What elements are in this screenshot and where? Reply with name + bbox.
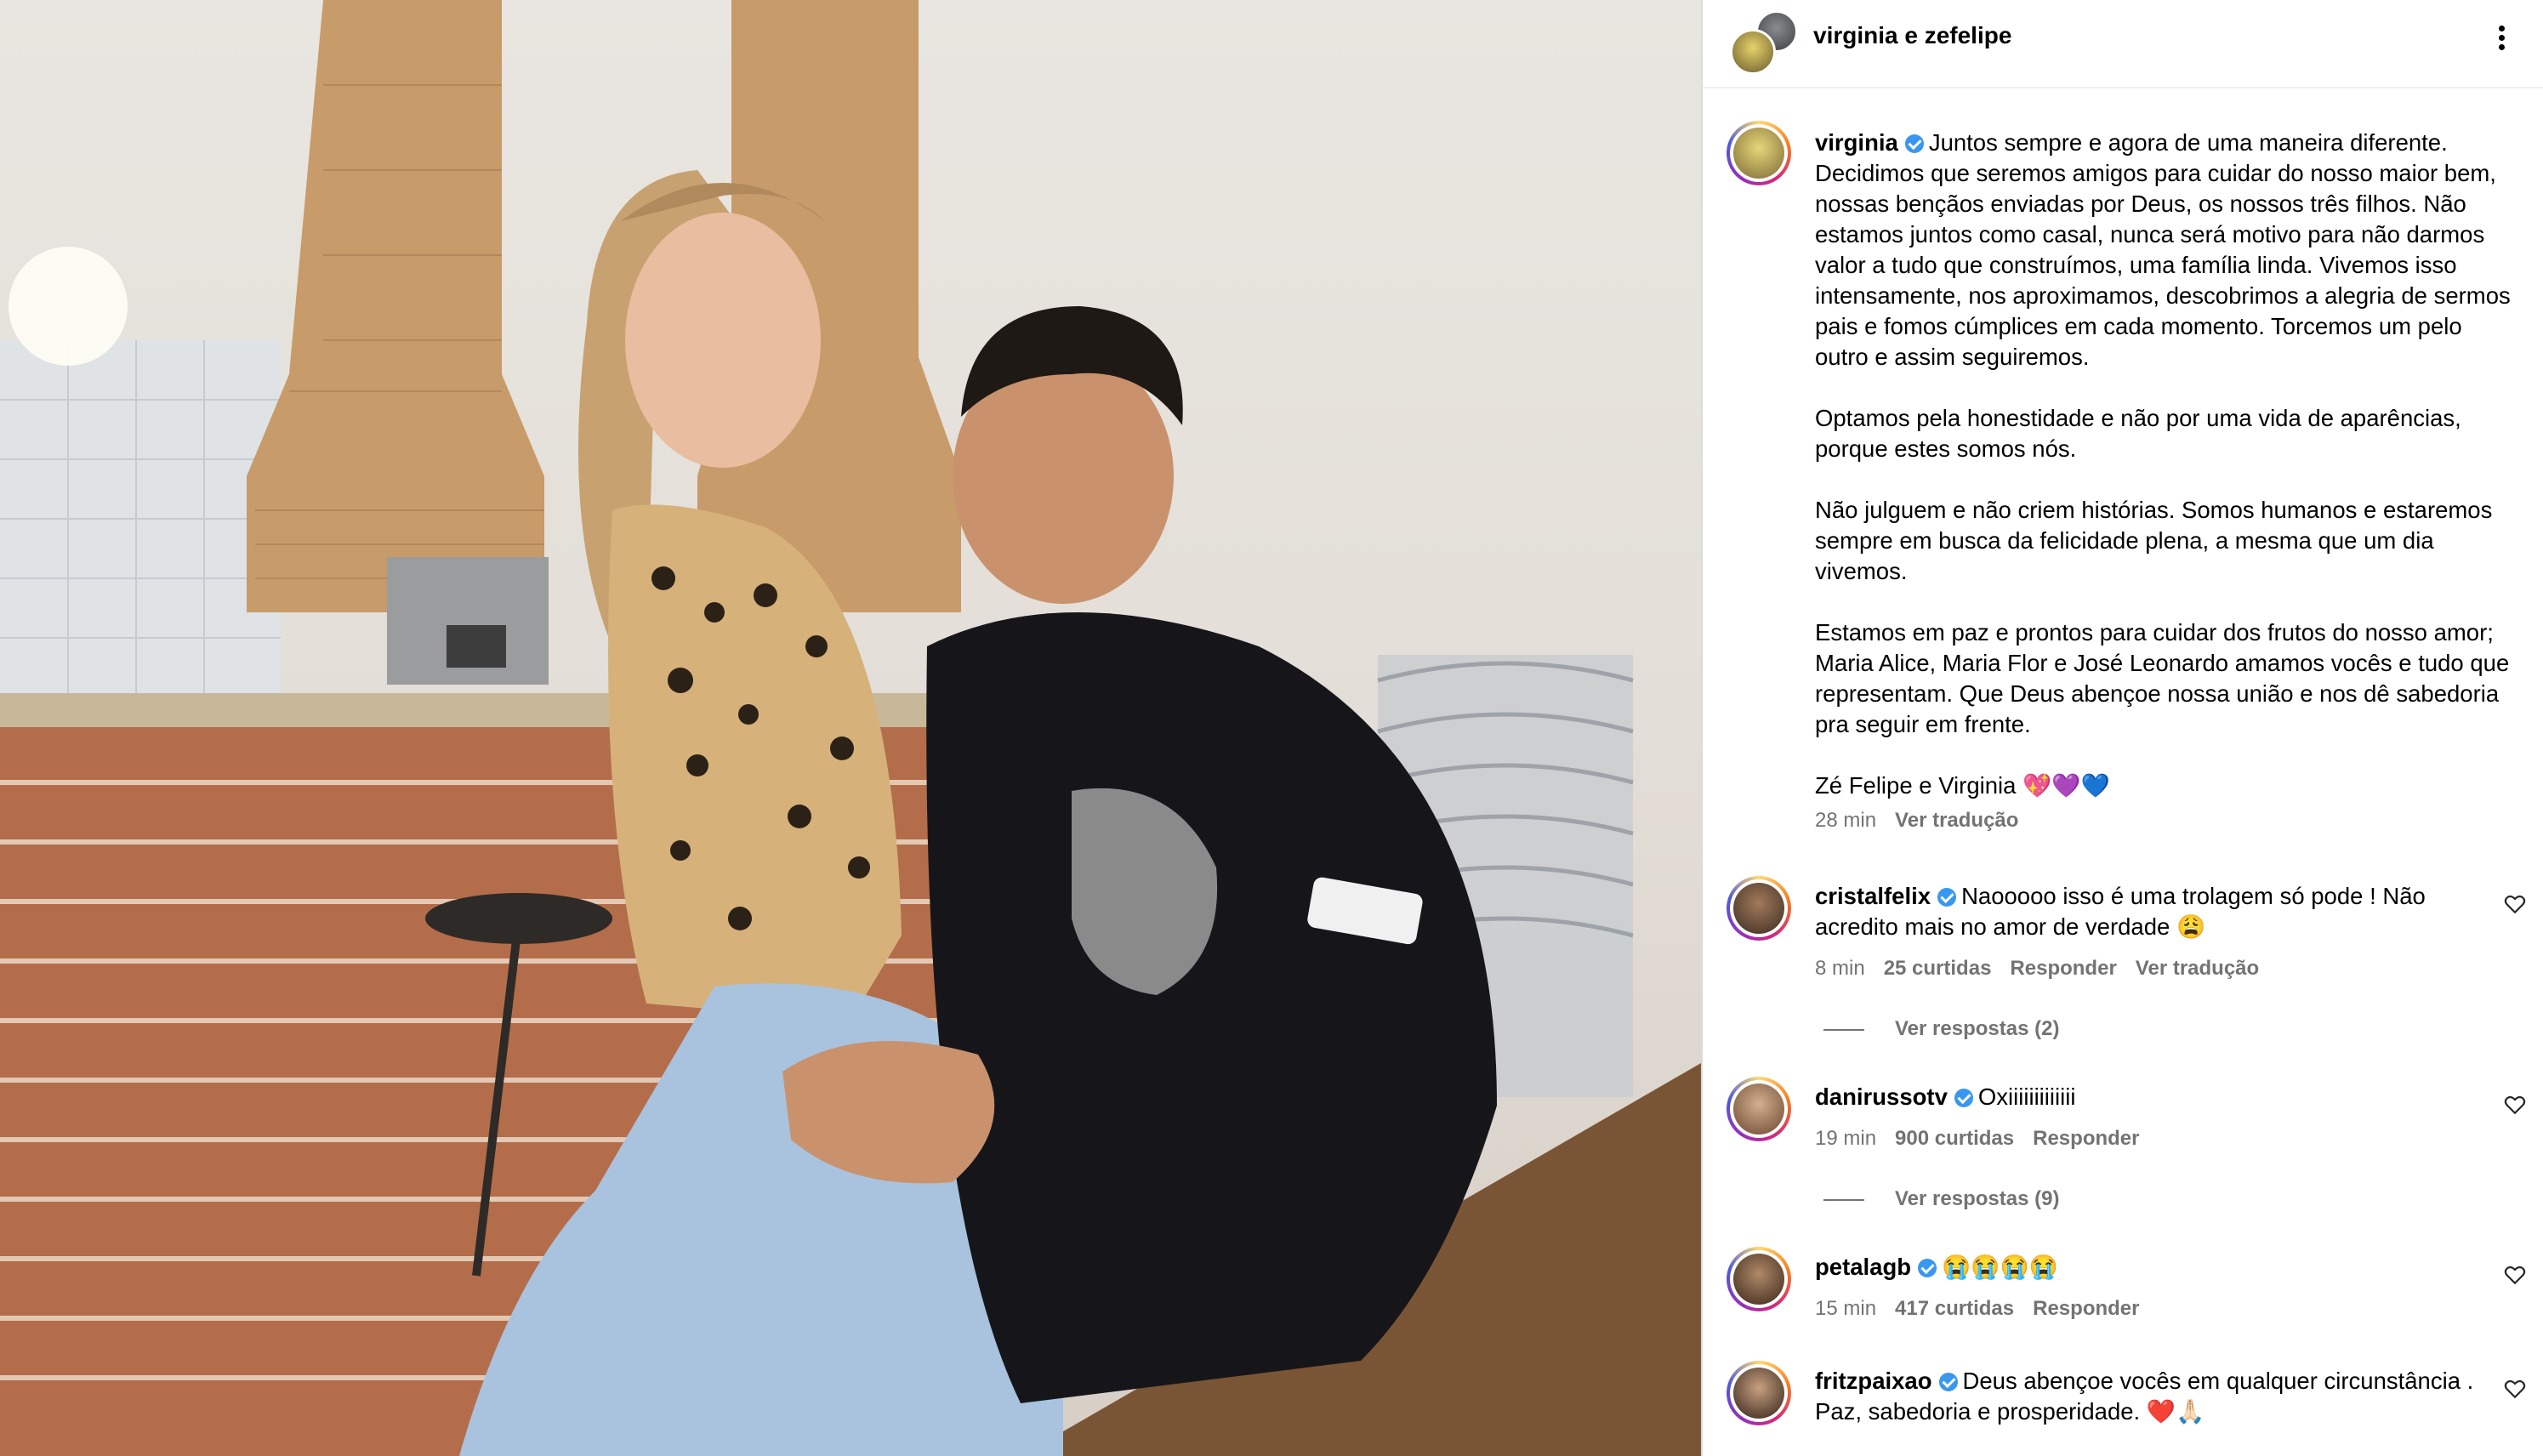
caption-text: Estamos em paz e prontos para cuidar dos… (1815, 619, 2510, 737)
comment-username[interactable]: fritzpaixao (1815, 1368, 1932, 1394)
heart-outline-icon[interactable] (2504, 1378, 2526, 1400)
view-replies-label[interactable]: Ver respostas (9) (1895, 1187, 2059, 1210)
heart-outline-icon[interactable] (2504, 1264, 2526, 1286)
comment-body: danirussotv Oxiiiiiiiiiiiii (1815, 1082, 2487, 1112)
comment-avatar[interactable] (1727, 1361, 1791, 1425)
post-header: virginia e zefelipe (1703, 0, 2543, 88)
comment-avatar[interactable] (1727, 876, 1791, 941)
post-caption: virginia Juntos sempre e agora de uma man… (1815, 128, 2521, 833)
reply-button[interactable]: Responder (2010, 957, 2116, 980)
comment-avatar[interactable] (1727, 1247, 1791, 1311)
comment-time[interactable]: 15 min (1815, 1297, 1876, 1320)
caption-time[interactable]: 28 min (1815, 809, 1876, 832)
comment-username[interactable]: danirussotv (1815, 1083, 1948, 1110)
heart-outline-icon[interactable] (2504, 1094, 2526, 1116)
comment-likes[interactable]: 900 curtidas (1895, 1127, 2014, 1150)
post-author-names[interactable]: virginia e zefelipe (1813, 22, 2011, 49)
caption-avatar[interactable] (1727, 121, 1791, 185)
caption-text: Juntos sempre e agora de uma maneira dif… (1815, 129, 2511, 370)
caption-text: Não julguem e não criem histórias. Somos… (1815, 497, 2493, 584)
comment-body: cristalfelix Naooooo isso é uma trolagem … (1815, 881, 2487, 942)
caption-text: Optamos pela honestidade e não por uma v… (1815, 405, 2461, 462)
caption-username[interactable]: virginia (1815, 129, 1898, 156)
verified-badge-icon (1904, 134, 1924, 153)
comment-likes[interactable]: 417 curtidas (1895, 1297, 2014, 1320)
post-detail-panel: virginia e zefelipe virginia Juntos sempr… (1701, 0, 2543, 1456)
comment-time[interactable]: 19 min (1815, 1127, 1876, 1150)
caption-text: Zé Felipe e Virginia 💖💜💙 (1815, 772, 2110, 799)
comment-meta: 19 min 900 curtidas Responder (1815, 1126, 2139, 1152)
collab-avatars[interactable] (1730, 10, 1798, 75)
comment-time[interactable]: 8 min (1815, 957, 1865, 980)
reply-button[interactable]: Responder (2033, 1127, 2139, 1150)
comment-text: 😭😭😭😭 (1942, 1254, 2059, 1280)
verified-badge-icon (1937, 888, 1957, 907)
comment-meta: 15 min 417 curtidas Responder (1815, 1296, 2139, 1322)
view-replies-button[interactable]: Ver respostas (9) (1823, 1187, 2059, 1211)
verified-badge-icon (1938, 1373, 1958, 1391)
heart-outline-icon[interactable] (2504, 893, 2526, 915)
reply-button[interactable]: Responder (2033, 1297, 2139, 1320)
comment-username[interactable]: petalagb (1815, 1254, 1911, 1280)
view-replies-label[interactable]: Ver respostas (2) (1895, 1017, 2059, 1040)
caption-meta: 28 min Ver tradução (1815, 808, 2521, 833)
see-translation-button[interactable]: Ver tradução (2136, 957, 2259, 980)
comment-likes[interactable]: 25 curtidas (1884, 957, 1992, 980)
view-replies-button[interactable]: Ver respostas (2) (1823, 1017, 2059, 1041)
verified-badge-icon (1954, 1089, 1973, 1107)
post-photo[interactable] (0, 0, 1701, 1456)
comment-body: fritzpaixao Deus abençoe vocês em qualque… (1815, 1366, 2487, 1427)
see-translation-button[interactable]: Ver tradução (1895, 809, 2018, 832)
comment-avatar[interactable] (1727, 1077, 1791, 1141)
post-photo-illustration (0, 0, 1701, 1456)
verified-badge-icon (1918, 1259, 1937, 1277)
comment-meta: 8 min 25 curtidas Responder Ver tradução (1815, 956, 2259, 981)
avatar[interactable] (1730, 29, 1776, 75)
comment-text: Oxiiiiiiiiiiiii (1977, 1083, 2076, 1110)
more-horizontal-icon[interactable] (2485, 20, 2519, 54)
comment-username[interactable]: cristalfelix (1815, 883, 1931, 909)
comment-body: petalagb 😭😭😭😭 (1815, 1252, 2487, 1283)
